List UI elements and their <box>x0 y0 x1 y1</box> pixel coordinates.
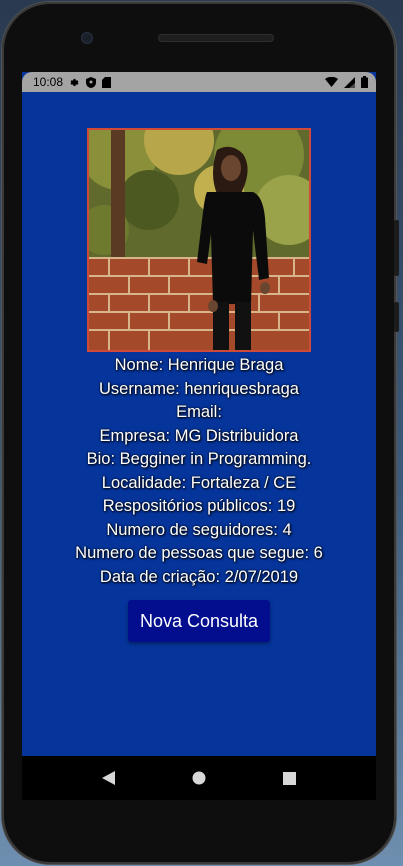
info-email-label: Email <box>176 403 222 421</box>
info-username-value: henriquesbraga <box>184 379 299 398</box>
info-public-repos: Respositórios públicos19 <box>103 495 296 519</box>
info-bio: BioBegginer in Programming. <box>87 448 312 472</box>
new-query-button[interactable]: Nova Consulta <box>128 600 270 642</box>
android-nav-bar <box>22 756 376 800</box>
info-name-label: Nome <box>115 356 168 374</box>
info-bio-label: Bio <box>87 450 120 468</box>
info-company-label: Empresa <box>100 427 175 445</box>
info-public-repos-label: Respositórios públicos <box>103 497 277 515</box>
user-info-list: NomeHenrique Braga Usernamehenriquesbrag… <box>75 354 323 589</box>
info-company-value: MG Distribuidora <box>174 426 299 445</box>
status-bar: 10:08 <box>22 72 376 92</box>
back-icon[interactable] <box>102 771 116 785</box>
cellular-signal-icon <box>344 76 355 88</box>
power-button <box>394 302 399 332</box>
info-username-label: Username <box>99 380 184 398</box>
info-bio-value: Begginer in Programming. <box>119 450 312 468</box>
info-name-value: Henrique Braga <box>167 356 284 374</box>
profile-card: NomeHenrique Braga Usernamehenriquesbrag… <box>22 128 376 642</box>
status-time: 10:08 <box>33 75 64 89</box>
info-following: Numero de pessoas que segue6 <box>75 542 323 566</box>
sd-card-icon <box>102 76 112 88</box>
info-followers-value: 4 <box>282 520 292 539</box>
gear-icon <box>69 77 80 88</box>
info-public-repos-value: 19 <box>276 497 296 515</box>
info-location-label: Localidade <box>102 474 191 492</box>
info-name: NomeHenrique Braga <box>115 354 284 378</box>
shield-icon <box>86 76 97 88</box>
info-username: Usernamehenriquesbraga <box>99 378 299 402</box>
info-following-value: 6 <box>313 544 323 562</box>
recents-icon[interactable] <box>282 771 296 785</box>
battery-icon <box>361 76 368 88</box>
earpiece-speaker <box>158 34 274 42</box>
volume-button <box>394 220 399 276</box>
info-followers-label: Numero de seguidores <box>106 521 282 539</box>
app-screen: 10:08 Nome: Henrique Braga Username: h… <box>22 72 376 756</box>
info-email: Email <box>176 401 222 425</box>
info-created-at: Data de criação2/07/2019 <box>100 566 298 590</box>
home-icon[interactable] <box>192 771 206 785</box>
info-followers: Numero de seguidores4 <box>106 519 291 543</box>
info-following-label: Numero de pessoas que segue <box>75 544 314 562</box>
info-created-at-label: Data de criação <box>100 568 225 586</box>
info-location: LocalidadeFortaleza / CE <box>102 472 296 496</box>
wifi-icon <box>325 77 338 87</box>
profile-photo <box>87 128 311 352</box>
info-created-at-value: 2/07/2019 <box>224 567 299 586</box>
info-location-value: Fortaleza / CE <box>190 473 297 492</box>
front-camera <box>81 32 93 44</box>
info-company: EmpresaMG Distribuidora <box>100 425 299 449</box>
